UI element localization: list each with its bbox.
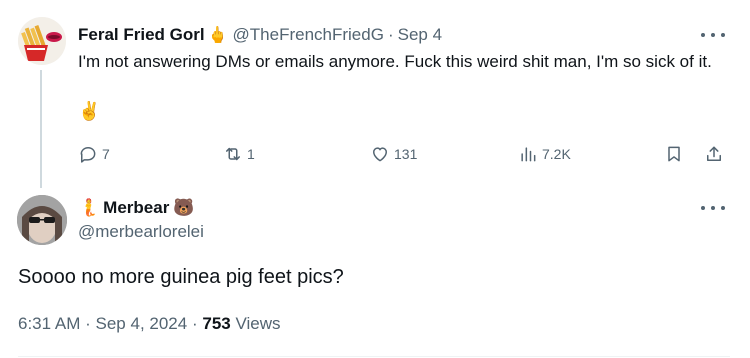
reply-icon [80, 147, 96, 163]
more-options-icon[interactable] [701, 27, 725, 43]
view-count: 7.2K [542, 146, 571, 162]
author-name[interactable]: Merbear [103, 198, 169, 218]
author-name[interactable]: Feral Fried Gorl [78, 25, 205, 45]
author-name-emoji: 🖕 [207, 27, 228, 44]
more-options-icon[interactable] [701, 200, 725, 216]
tweet-actions: 7 1 131 7.2K [78, 140, 728, 168]
bookmark-button[interactable] [664, 140, 684, 168]
views-button[interactable]: 7.2K [518, 140, 571, 168]
author-handle[interactable]: @merbearlorelei [78, 222, 204, 242]
thread-connector [40, 70, 42, 188]
separator-dot: · [387, 25, 394, 44]
divider [18, 356, 730, 357]
parent-tweet[interactable]: Feral Fried Gorl 🖕 @TheFrenchFriedG · Se… [0, 0, 750, 188]
tweet-header: 🧜 Merbear 🐻 [78, 196, 194, 220]
author-handle[interactable]: @TheFrenchFriedG [233, 25, 384, 45]
author-name-emoji: 🐻 [173, 198, 195, 217]
tweet-text: Soooo no more guinea pig feet pics? [18, 266, 344, 288]
analytics-icon [521, 147, 536, 162]
author-name-emoji: 🧜 [78, 198, 100, 217]
views-count[interactable]: 753 [202, 314, 230, 333]
tweet-metadata: 6:31 AM · Sep 4, 2024 · 753 Views [18, 314, 281, 334]
avatar[interactable] [17, 195, 67, 245]
views-label: Views [235, 314, 281, 333]
heart-icon [373, 147, 387, 162]
share-button[interactable] [704, 140, 724, 168]
reply-count: 7 [102, 146, 110, 162]
reply-button[interactable]: 7 [78, 140, 110, 168]
like-count: 131 [394, 146, 418, 162]
tweet-date[interactable]: Sep 4 [398, 25, 442, 45]
tweet-date[interactable]: Sep 4, 2024 [96, 314, 188, 333]
separator-dot: · [191, 314, 198, 333]
retweet-icon [226, 147, 240, 161]
retweet-button[interactable]: 1 [223, 140, 255, 168]
tweet-text-emoji: ✌️ [78, 101, 101, 121]
retweet-count: 1 [247, 146, 255, 162]
like-button[interactable]: 131 [370, 140, 417, 168]
share-icon [707, 146, 721, 161]
bookmark-icon [668, 146, 680, 162]
tweet-header: Feral Fried Gorl 🖕 @TheFrenchFriedG · Se… [78, 23, 442, 47]
avatar[interactable] [18, 17, 66, 65]
tweet-time[interactable]: 6:31 AM [18, 314, 80, 333]
tweet-text: I'm not answering DMs or emails anymore.… [78, 52, 712, 71]
separator-dot: · [85, 314, 91, 333]
